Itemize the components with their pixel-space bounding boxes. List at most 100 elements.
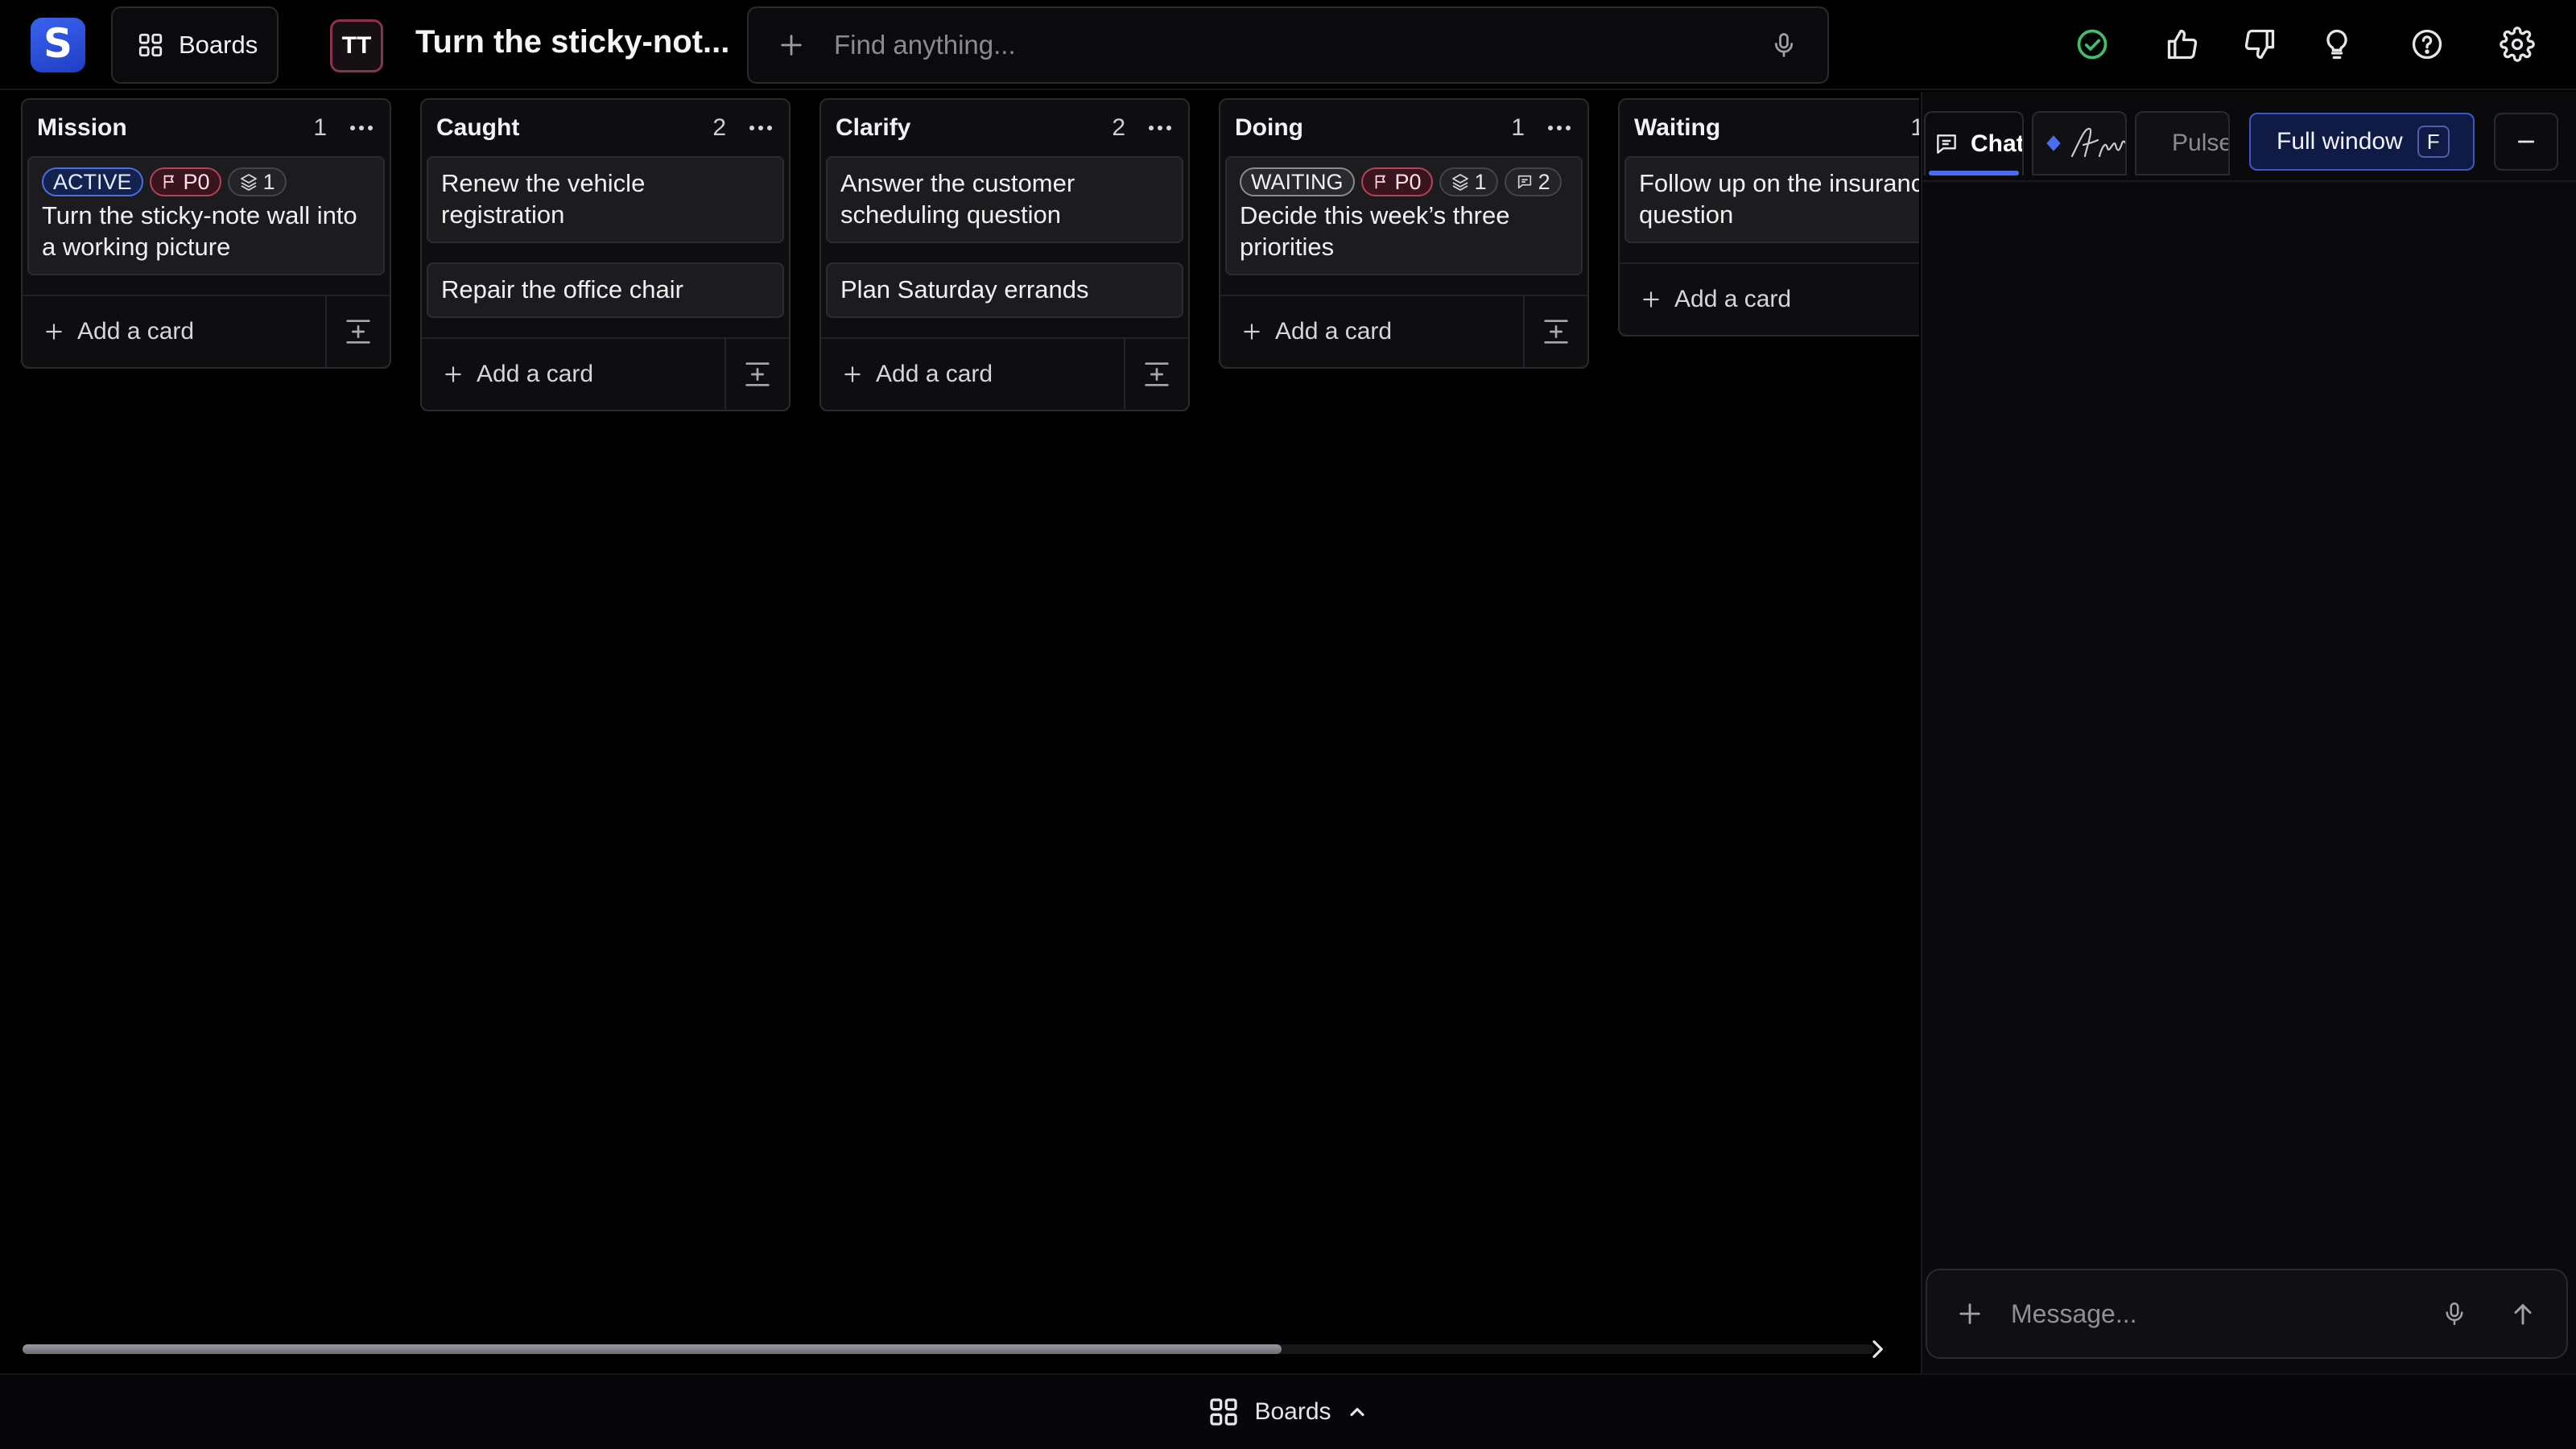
thumbs-down-icon[interactable] — [2240, 24, 2280, 64]
card[interactable]: Renew the vehicle registration — [427, 156, 784, 243]
add-card-button[interactable]: Add a card — [1241, 318, 1523, 345]
priority-badge: P0 — [1360, 167, 1433, 196]
plus-icon[interactable] — [778, 31, 805, 59]
column-clarify: Clarify 2 Answer the customer scheduling… — [819, 98, 1190, 411]
card-title: Turn the sticky-note wall into a working… — [42, 201, 357, 261]
gear-icon[interactable] — [2497, 24, 2537, 64]
add-card-button[interactable]: Add a card — [443, 361, 724, 388]
column-name: Doing — [1235, 114, 1303, 141]
expand-icon[interactable] — [1523, 295, 1587, 368]
plus-icon — [445, 366, 461, 382]
column-count: 1 — [313, 114, 327, 141]
scrollbar-thumb[interactable] — [23, 1344, 1282, 1354]
column-footer: Add a card — [821, 337, 1188, 411]
add-card-button[interactable]: Add a card — [1641, 286, 1919, 313]
column-header[interactable]: Mission 1 — [23, 100, 390, 156]
plus-icon — [1244, 324, 1260, 340]
more-options-icon[interactable] — [747, 124, 774, 132]
top-bar: S Boards TT Turn the sticky-not... — [0, 0, 2576, 90]
layers-icon — [239, 172, 258, 192]
tab-chat[interactable]: Chat — [1924, 111, 2024, 175]
column-count: 1 — [1910, 114, 1919, 141]
card[interactable]: Answer the customer scheduling question — [826, 156, 1183, 243]
tab-insights[interactable] — [2032, 111, 2127, 175]
app-logo[interactable]: S — [31, 18, 85, 72]
column-footer: Add a card — [422, 337, 789, 411]
grid-icon — [1208, 1396, 1240, 1428]
tab-pulse[interactable]: Pulse — [2135, 111, 2230, 175]
card[interactable]: Repair the office chair — [427, 262, 784, 318]
microphone-icon[interactable] — [1769, 31, 1798, 60]
chat-icon — [1934, 131, 1959, 157]
flag-icon — [161, 173, 179, 191]
bottom-bar-label: Boards — [1254, 1398, 1331, 1425]
plus-icon[interactable] — [1956, 1300, 1984, 1327]
column-header[interactable]: Caught 2 — [422, 100, 789, 156]
add-card-button[interactable]: Add a card — [43, 318, 325, 345]
expand-icon[interactable] — [325, 295, 390, 368]
card-title: Decide this week’s three priorities — [1240, 201, 1510, 261]
column-count: 2 — [1112, 114, 1125, 141]
column-header[interactable]: Waiting 1 — [1620, 100, 1919, 156]
message-input[interactable] — [2011, 1290, 2441, 1338]
status-badge: WAITING — [1240, 167, 1355, 196]
more-options-icon[interactable] — [348, 124, 375, 132]
card[interactable]: WAITING P0 1 2 Decide this week’s three … — [1225, 156, 1583, 275]
board-columns: Mission 1 ACTIVE P0 1 Turn the sticky-no… — [0, 92, 1919, 1348]
column-footer: Add a card — [1220, 295, 1587, 368]
plus-icon — [46, 324, 62, 340]
card-title: Repair the office chair — [441, 275, 683, 303]
search-bar — [747, 6, 1829, 84]
bottom-bar[interactable]: Boards — [0, 1373, 2576, 1449]
boards-button[interactable]: Boards — [111, 6, 279, 84]
board-title[interactable]: Turn the sticky-not... — [415, 24, 729, 60]
microphone-icon[interactable] — [2441, 1300, 2468, 1327]
signature-icon — [2069, 121, 2125, 166]
expand-icon[interactable] — [724, 338, 789, 411]
add-card-label: Add a card — [1674, 286, 1792, 312]
add-card-label: Add a card — [1275, 318, 1393, 345]
full-window-button[interactable]: Full window F — [2249, 113, 2475, 171]
plus-icon — [1643, 291, 1659, 308]
comment-badge: 2 — [1504, 167, 1562, 196]
column-name: Waiting — [1634, 114, 1721, 141]
chat-tab-bar: Chat Pulse Full window F — [1922, 92, 2576, 182]
comment-icon — [1516, 173, 1534, 191]
expand-icon[interactable] — [1124, 338, 1188, 411]
column-footer: Add a card — [1620, 262, 1919, 335]
check-circle-icon[interactable] — [2072, 24, 2112, 64]
column-caught: Caught 2 Renew the vehicle registration … — [420, 98, 791, 411]
column-header[interactable]: Clarify 2 — [821, 100, 1188, 156]
search-input[interactable] — [834, 21, 1769, 69]
column-header[interactable]: Doing 1 — [1220, 100, 1587, 156]
add-card-label: Add a card — [77, 318, 195, 345]
column-mission: Mission 1 ACTIVE P0 1 Turn the sticky-no… — [21, 98, 391, 369]
board-avatar[interactable]: TT — [330, 19, 383, 72]
column-name: Mission — [37, 114, 127, 141]
priority-badge: P0 — [149, 167, 221, 196]
send-arrow-icon[interactable] — [2508, 1299, 2537, 1328]
card-title: Plan Saturday errands — [840, 275, 1089, 303]
subtask-badge: 1 — [1439, 167, 1498, 196]
subtask-badge: 1 — [227, 167, 287, 196]
thumbs-up-icon[interactable] — [2162, 24, 2202, 64]
more-options-icon[interactable] — [1146, 124, 1174, 132]
grid-icon — [137, 31, 164, 59]
column-doing: Doing 1 WAITING P0 1 2 Decide this week’… — [1219, 98, 1589, 369]
card-title: Follow up on the insurance question — [1639, 169, 1919, 229]
card[interactable]: Plan Saturday errands — [826, 262, 1183, 318]
column-waiting: Waiting 1 Follow up on the insurance que… — [1618, 98, 1919, 336]
add-card-button[interactable]: Add a card — [842, 361, 1124, 388]
help-icon[interactable] — [2407, 24, 2447, 64]
minimize-button[interactable] — [2494, 113, 2558, 171]
diamond-icon — [2043, 133, 2064, 154]
chevron-up-icon — [1346, 1401, 1368, 1423]
chevron-right-icon[interactable] — [1864, 1336, 1890, 1362]
card[interactable]: ACTIVE P0 1 Turn the sticky-note wall in… — [27, 156, 385, 275]
lightbulb-icon[interactable] — [2317, 24, 2357, 64]
more-options-icon[interactable] — [1546, 124, 1573, 132]
boards-button-label: Boards — [179, 31, 258, 59]
horizontal-scrollbar[interactable] — [23, 1344, 1874, 1354]
card[interactable]: Follow up on the insurance question — [1624, 156, 1919, 243]
column-footer: Add a card — [23, 295, 390, 368]
